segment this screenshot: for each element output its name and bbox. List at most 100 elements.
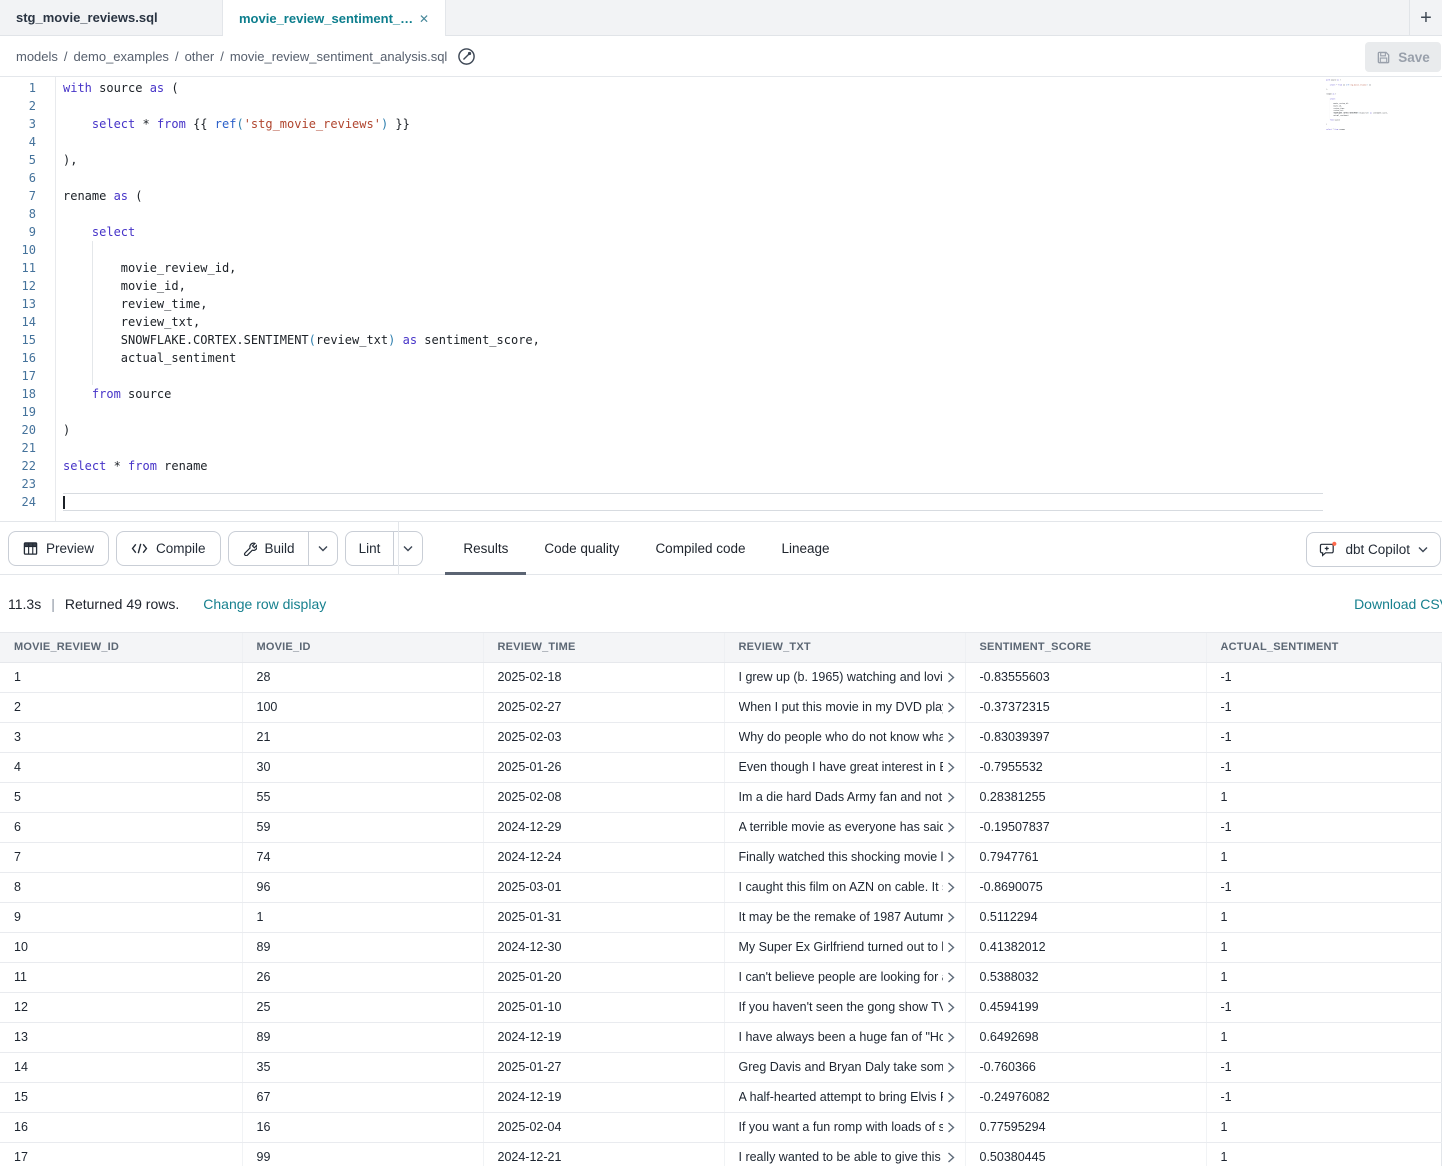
table-cell: -0.83039397: [965, 722, 1206, 752]
table-row: 3212025-02-03Why do people who do not kn…: [0, 722, 1442, 752]
expand-review-button[interactable]: [943, 672, 959, 683]
compass-icon[interactable]: [457, 47, 476, 66]
breadcrumb-other[interactable]: other: [185, 49, 215, 64]
line-number: 1: [0, 79, 36, 97]
table-cell: 2024-12-21: [483, 1142, 724, 1166]
build-dropdown-button[interactable]: [308, 532, 337, 565]
table-row: 21002025-02-27When I put this movie in m…: [0, 692, 1442, 722]
code-editor[interactable]: 123456789101112131415161718192021222324 …: [0, 77, 1442, 521]
table-header-row: MOVIE_REVIEW_IDMOVIE_IDREVIEW_TIMEREVIEW…: [0, 633, 1442, 662]
line-number: 21: [0, 439, 36, 457]
code-line: review_txt,: [63, 313, 1442, 331]
dbt-copilot-button[interactable]: dbt Copilot: [1306, 532, 1441, 567]
chevron-right-icon: [947, 702, 955, 713]
table-cell: 12: [0, 992, 242, 1022]
results-table: MOVIE_REVIEW_IDMOVIE_IDREVIEW_TIMEREVIEW…: [0, 633, 1442, 1166]
expand-review-button[interactable]: [943, 1002, 959, 1013]
expand-review-button[interactable]: [943, 1062, 959, 1073]
expand-review-button[interactable]: [943, 732, 959, 743]
expand-review-button[interactable]: [943, 822, 959, 833]
breadcrumb-filename: movie_review_sentiment_analysis.sql: [230, 49, 448, 64]
line-number: 20: [0, 421, 36, 439]
review-text: A terrible movie as everyone has said. …: [739, 820, 943, 834]
table-cell: Even though I have great interest in Bi…: [724, 752, 965, 782]
build-button[interactable]: Build: [229, 532, 308, 565]
expand-review-button[interactable]: [943, 792, 959, 803]
download-csv-link[interactable]: Download CSV: [1354, 596, 1442, 612]
table-cell: 0.41382012: [965, 932, 1206, 962]
compile-label: Compile: [156, 541, 206, 556]
table-cell: 59: [242, 812, 483, 842]
table-row: 17992024-12-21I really wanted to be able…: [0, 1142, 1442, 1166]
table-cell: 99: [242, 1142, 483, 1166]
code-icon: [131, 542, 148, 555]
table-row: 5552025-02-08Im a die hard Dads Army fan…: [0, 782, 1442, 812]
expand-review-button[interactable]: [943, 1092, 959, 1103]
expand-review-button[interactable]: [943, 882, 959, 893]
table-cell: -1: [1206, 1082, 1442, 1112]
code-area[interactable]: with source as ( select * from {{ ref('s…: [56, 77, 1442, 521]
chevron-right-icon: [947, 1122, 955, 1133]
table-cell: -0.37372315: [965, 692, 1206, 722]
copilot-label: dbt Copilot: [1345, 542, 1410, 557]
table-cell: I grew up (b. 1965) watching and lovin…: [724, 662, 965, 692]
tab-results[interactable]: Results: [445, 522, 526, 574]
expand-review-button[interactable]: [943, 762, 959, 773]
preview-button[interactable]: Preview: [8, 531, 109, 566]
expand-review-button[interactable]: [943, 912, 959, 923]
expand-review-button[interactable]: [943, 1122, 959, 1133]
minimap[interactable]: with source as ( select * from {{ ref('s…: [1326, 79, 1398, 137]
code-line: [63, 205, 1442, 223]
line-number: 7: [0, 187, 36, 205]
expand-review-button[interactable]: [943, 1032, 959, 1043]
tab-code-quality[interactable]: Code quality: [526, 522, 637, 574]
change-row-display-link[interactable]: Change row display: [203, 596, 326, 612]
review-text: Finally watched this shocking movie la…: [739, 850, 943, 864]
compile-button[interactable]: Compile: [116, 531, 221, 566]
new-tab-button[interactable]: +: [1409, 0, 1442, 36]
code-line: [1326, 133, 1398, 135]
chevron-right-icon: [947, 852, 955, 863]
chevron-right-icon: [947, 762, 955, 773]
table-cell: -0.83555603: [965, 662, 1206, 692]
expand-review-button[interactable]: [943, 972, 959, 983]
expand-review-button[interactable]: [943, 702, 959, 713]
table-row: 10892024-12-30My Super Ex Girlfriend tur…: [0, 932, 1442, 962]
code-line: [63, 439, 1442, 457]
review-text: I can't believe people are looking for a…: [739, 970, 943, 984]
table-row: 11262025-01-20I can't believe people are…: [0, 962, 1442, 992]
close-icon[interactable]: ✕: [419, 12, 429, 26]
table-cell: I really wanted to be able to give this …: [724, 1142, 965, 1166]
tab-lineage[interactable]: Lineage: [764, 522, 848, 574]
breadcrumb-models[interactable]: models: [16, 49, 58, 64]
tab-compiled-code[interactable]: Compiled code: [637, 522, 763, 574]
chevron-down-icon: [403, 545, 413, 552]
table-cell: 2025-01-31: [483, 902, 724, 932]
tab-movie-review-sentiment[interactable]: movie_review_sentiment_… ✕: [223, 0, 446, 37]
column-header-review_txt: REVIEW_TXT: [724, 633, 965, 662]
table-row: 8962025-03-01I caught this film on AZN o…: [0, 872, 1442, 902]
lint-label: Lint: [359, 541, 381, 556]
save-button[interactable]: Save: [1365, 42, 1441, 72]
table-cell: A half-hearted attempt to bring Elvis P…: [724, 1082, 965, 1112]
table-cell: 2025-02-04: [483, 1112, 724, 1142]
table-cell: 2025-02-27: [483, 692, 724, 722]
table-cell: 2024-12-30: [483, 932, 724, 962]
breadcrumb-demo-examples[interactable]: demo_examples: [74, 49, 169, 64]
table-cell: 11: [0, 962, 242, 992]
table-cell: 1: [1206, 842, 1442, 872]
review-text: My Super Ex Girlfriend turned out to b…: [739, 940, 943, 954]
expand-review-button[interactable]: [943, 942, 959, 953]
lint-button[interactable]: Lint: [346, 532, 394, 565]
expand-review-button[interactable]: [943, 1152, 959, 1163]
indent-guide: [92, 313, 93, 331]
table-cell: 1: [1206, 902, 1442, 932]
table-cell: 55: [242, 782, 483, 812]
table-cell: 30: [242, 752, 483, 782]
expand-review-button[interactable]: [943, 852, 959, 863]
line-number: 10: [0, 241, 36, 259]
code-line: [63, 475, 1442, 493]
code-line: SNOWFLAKE.CORTEX.SENTIMENT(review_txt) a…: [63, 331, 1442, 349]
line-number: 22: [0, 457, 36, 475]
tab-stg-movie-reviews[interactable]: stg_movie_reviews.sql: [0, 0, 223, 35]
